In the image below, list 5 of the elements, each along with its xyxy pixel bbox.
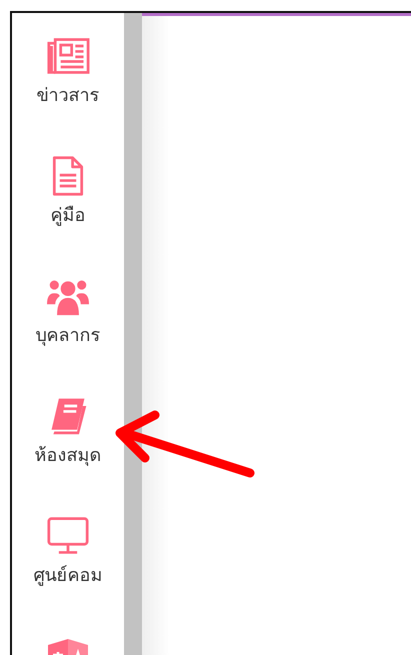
sidebar-item[interactable]: บุคลากร	[36, 253, 100, 373]
sidebar-item[interactable]: คู่มือ	[44, 133, 92, 253]
sidebar-item[interactable]: ศูนย์คอม	[34, 493, 102, 613]
sidebar-item[interactable]: ข่าวสาร	[36, 13, 100, 133]
sidebar-item[interactable]: ห้องสมุด	[34, 373, 102, 493]
